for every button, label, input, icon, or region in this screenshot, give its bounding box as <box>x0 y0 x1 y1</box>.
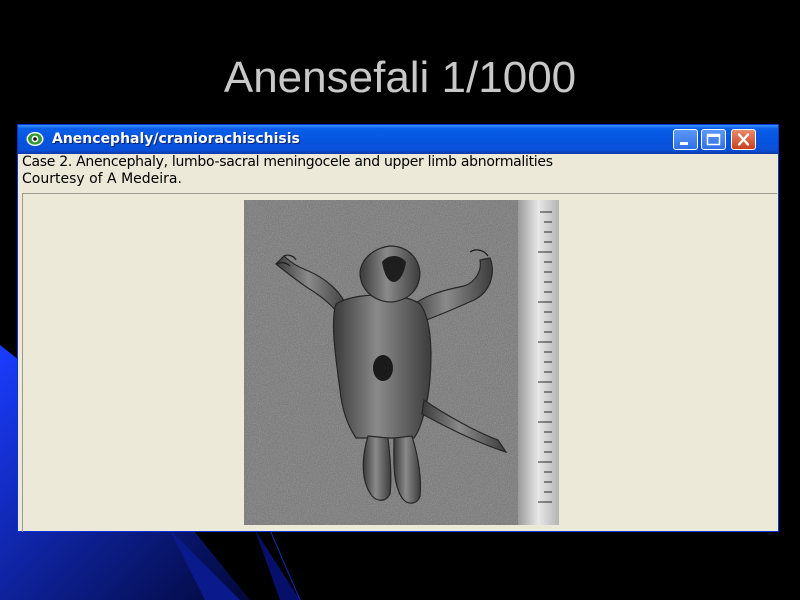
slide-title: Anensefali 1/1000 <box>223 53 577 102</box>
caption-divider <box>22 193 777 194</box>
eye-globe-icon <box>26 132 44 146</box>
specimen-photo <box>244 200 559 525</box>
close-button[interactable] <box>731 129 756 150</box>
window-titlebar[interactable]: Anencephaly/craniorachischisis <box>18 125 778 154</box>
caption-line-case: Case 2. Anencephaly, lumbo-sacral mening… <box>22 154 553 170</box>
image-viewer-window: Anencephaly/craniorachischisis Case 2. A… <box>17 124 779 532</box>
close-icon <box>737 133 750 146</box>
content-border <box>22 194 23 532</box>
maximize-button[interactable] <box>701 129 726 150</box>
image-caption: Case 2. Anencephaly, lumbo-sacral mening… <box>22 154 778 192</box>
window-title: Anencephaly/craniorachischisis <box>52 131 300 147</box>
caption-line-courtesy: Courtesy of A Medeira. <box>22 171 182 187</box>
minimize-icon <box>680 142 688 145</box>
maximize-icon <box>706 133 721 146</box>
minimize-button[interactable] <box>673 129 698 150</box>
